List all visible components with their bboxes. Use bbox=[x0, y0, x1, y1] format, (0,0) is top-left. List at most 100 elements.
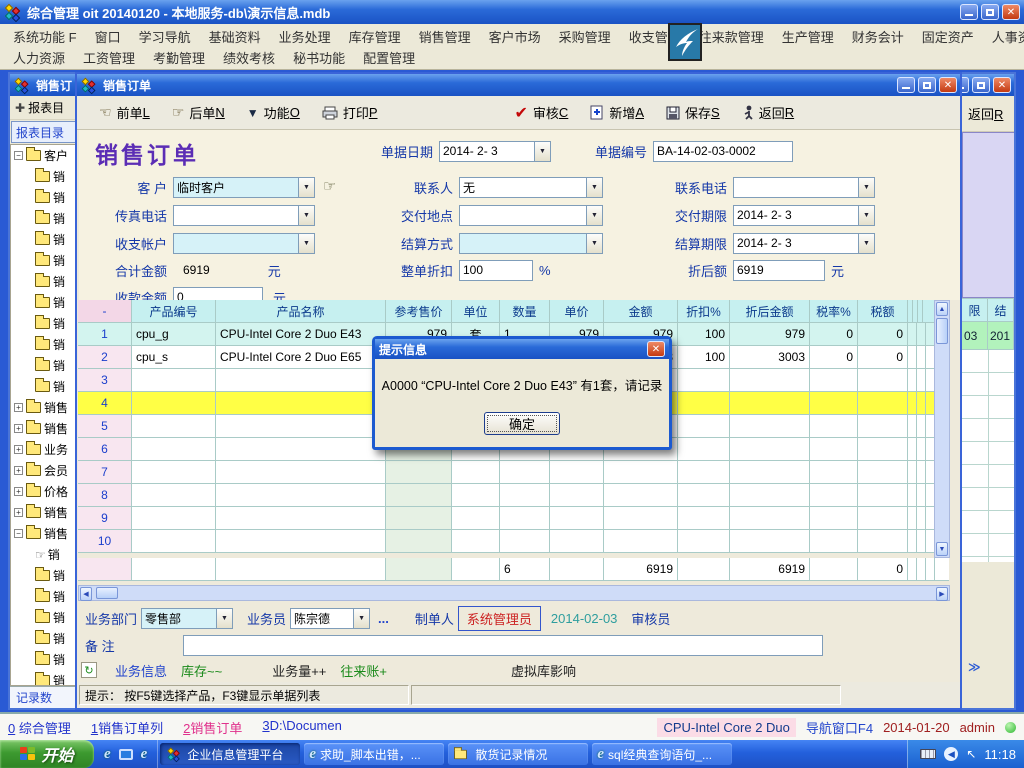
table-cell[interactable] bbox=[132, 461, 216, 484]
tree-item[interactable]: +销售 bbox=[11, 397, 77, 418]
table-cell[interactable]: CPU-Intel Core 2 Duo E43 bbox=[216, 323, 386, 346]
table-cell[interactable] bbox=[678, 484, 730, 507]
tree-item[interactable]: 销 bbox=[11, 334, 77, 355]
account-combo[interactable]: ▼ bbox=[173, 233, 315, 254]
menu-item[interactable]: 绩效考核 bbox=[214, 48, 284, 67]
after-discount-input[interactable]: 6919 bbox=[733, 260, 825, 281]
tree-item[interactable]: 销 bbox=[11, 565, 77, 586]
table-cell[interactable]: 0 bbox=[810, 323, 858, 346]
tree-toggle-icon[interactable]: + bbox=[14, 487, 23, 496]
menu-item[interactable]: 采购管理 bbox=[550, 27, 620, 46]
table-cell[interactable] bbox=[452, 530, 500, 553]
table-cell[interactable] bbox=[730, 507, 810, 530]
table-cell[interactable] bbox=[386, 461, 452, 484]
table-cell[interactable] bbox=[810, 369, 858, 392]
tree-item[interactable]: +销售 bbox=[11, 418, 77, 439]
table-cell[interactable] bbox=[908, 438, 917, 461]
taskbar-task[interactable]: 散货记录情况 bbox=[448, 743, 588, 765]
table-cell[interactable] bbox=[550, 484, 604, 507]
column-header[interactable]: 税率% bbox=[810, 300, 858, 323]
table-cell[interactable] bbox=[908, 461, 917, 484]
table-row[interactable]: 9 bbox=[78, 507, 949, 530]
tree-item[interactable]: 销 bbox=[11, 208, 77, 229]
table-cell[interactable] bbox=[858, 530, 908, 553]
table-cell[interactable] bbox=[678, 507, 730, 530]
menu-item[interactable]: 销售管理 bbox=[410, 27, 480, 46]
table-cell[interactable] bbox=[678, 438, 730, 461]
table-cell[interactable]: cpu_s bbox=[132, 346, 216, 369]
back-close-icon[interactable]: ✕ bbox=[993, 77, 1011, 93]
tree-item[interactable]: −销售 bbox=[11, 523, 77, 544]
table-cell[interactable] bbox=[132, 484, 216, 507]
fax-combo[interactable]: ▼ bbox=[173, 205, 315, 226]
menu-item[interactable]: 人力资源 bbox=[4, 48, 74, 67]
taskbar-task[interactable]: esql经典查询语句_... bbox=[592, 743, 732, 765]
toolbar-button-P[interactable]: 打印P bbox=[322, 103, 378, 122]
discount-input[interactable]: 100 bbox=[459, 260, 533, 281]
table-cell[interactable] bbox=[452, 461, 500, 484]
taskbar-task[interactable]: 企业信息管理平台 bbox=[160, 743, 300, 765]
toolbar-button-S[interactable]: 保存S bbox=[666, 103, 720, 123]
menu-item[interactable]: 库存管理 bbox=[340, 27, 410, 46]
column-header[interactable]: - bbox=[78, 300, 132, 323]
table-cell[interactable] bbox=[678, 369, 730, 392]
note-input[interactable] bbox=[183, 635, 823, 656]
table-cell[interactable] bbox=[678, 415, 730, 438]
salesman-combo[interactable]: 陈宗德▼ bbox=[290, 608, 370, 629]
table-cell[interactable] bbox=[858, 507, 908, 530]
place-combo[interactable]: ▼ bbox=[459, 205, 603, 226]
table-cell[interactable] bbox=[216, 438, 386, 461]
table-cell[interactable] bbox=[908, 507, 917, 530]
ok-button[interactable]: 确定 bbox=[484, 412, 560, 435]
table-cell[interactable]: CPU-Intel Core 2 Duo E65 bbox=[216, 346, 386, 369]
table-cell[interactable] bbox=[858, 484, 908, 507]
table-cell[interactable] bbox=[730, 461, 810, 484]
table-cell[interactable] bbox=[604, 484, 678, 507]
close-icon[interactable]: ✕ bbox=[1002, 4, 1020, 20]
toolbar-button-R[interactable]: 返回R bbox=[742, 103, 794, 123]
table-cell[interactable] bbox=[917, 323, 926, 346]
table-cell[interactable] bbox=[730, 484, 810, 507]
menu-item[interactable]: 往来款管理 bbox=[690, 27, 773, 46]
table-cell[interactable]: 979 bbox=[730, 323, 810, 346]
column-header[interactable]: 产品编号 bbox=[132, 300, 216, 323]
fw-minimize-icon[interactable] bbox=[897, 77, 915, 93]
column-header[interactable]: 金额 bbox=[604, 300, 678, 323]
tree-item[interactable]: +价格 bbox=[11, 481, 77, 502]
tree-toggle-icon[interactable]: + bbox=[14, 466, 23, 475]
table-cell[interactable] bbox=[908, 530, 917, 553]
deliver-combo[interactable]: 2014- 2- 3▼ bbox=[733, 205, 875, 226]
toolbar-button-A[interactable]: 新增A bbox=[590, 103, 644, 123]
table-cell[interactable] bbox=[216, 369, 386, 392]
table-cell[interactable] bbox=[730, 415, 810, 438]
menu-item[interactable]: 客户市场 bbox=[480, 27, 550, 46]
table-cell[interactable] bbox=[550, 461, 604, 484]
ie-icon[interactable]: e bbox=[104, 746, 111, 763]
start-button[interactable]: 开始 bbox=[0, 740, 94, 768]
table-cell[interactable] bbox=[132, 369, 216, 392]
toolbar-button-O[interactable]: ▼功能O bbox=[247, 103, 300, 122]
menu-item[interactable]: 系统功能 F bbox=[4, 27, 86, 46]
table-cell[interactable] bbox=[810, 392, 858, 415]
column-header[interactable]: 参考售价 bbox=[386, 300, 452, 323]
ie-icon[interactable]: e bbox=[141, 746, 148, 763]
table-cell[interactable] bbox=[132, 530, 216, 553]
table-cell[interactable]: cpu_g bbox=[132, 323, 216, 346]
report-tab[interactable]: 报表目录 bbox=[11, 121, 77, 143]
table-cell[interactable] bbox=[452, 507, 500, 530]
menu-item[interactable]: 考勤管理 bbox=[144, 48, 214, 67]
table-cell[interactable]: 3003 bbox=[730, 346, 810, 369]
column-header[interactable]: 单位 bbox=[452, 300, 500, 323]
column-header[interactable]: 产品名称 bbox=[216, 300, 386, 323]
column-header[interactable]: 折扣% bbox=[678, 300, 730, 323]
back-maximize-icon[interactable] bbox=[972, 77, 990, 93]
table-cell[interactable] bbox=[810, 484, 858, 507]
tree-item[interactable]: −客户 bbox=[11, 145, 77, 166]
table-cell[interactable] bbox=[216, 392, 386, 415]
menu-item[interactable]: 秘书功能 bbox=[284, 48, 354, 67]
menu-item[interactable]: 学习导航 bbox=[130, 27, 200, 46]
table-cell[interactable] bbox=[678, 392, 730, 415]
tree-toggle-icon[interactable]: − bbox=[14, 529, 23, 538]
table-row[interactable]: 8 bbox=[78, 484, 949, 507]
tree-item[interactable]: 销 bbox=[11, 670, 77, 686]
